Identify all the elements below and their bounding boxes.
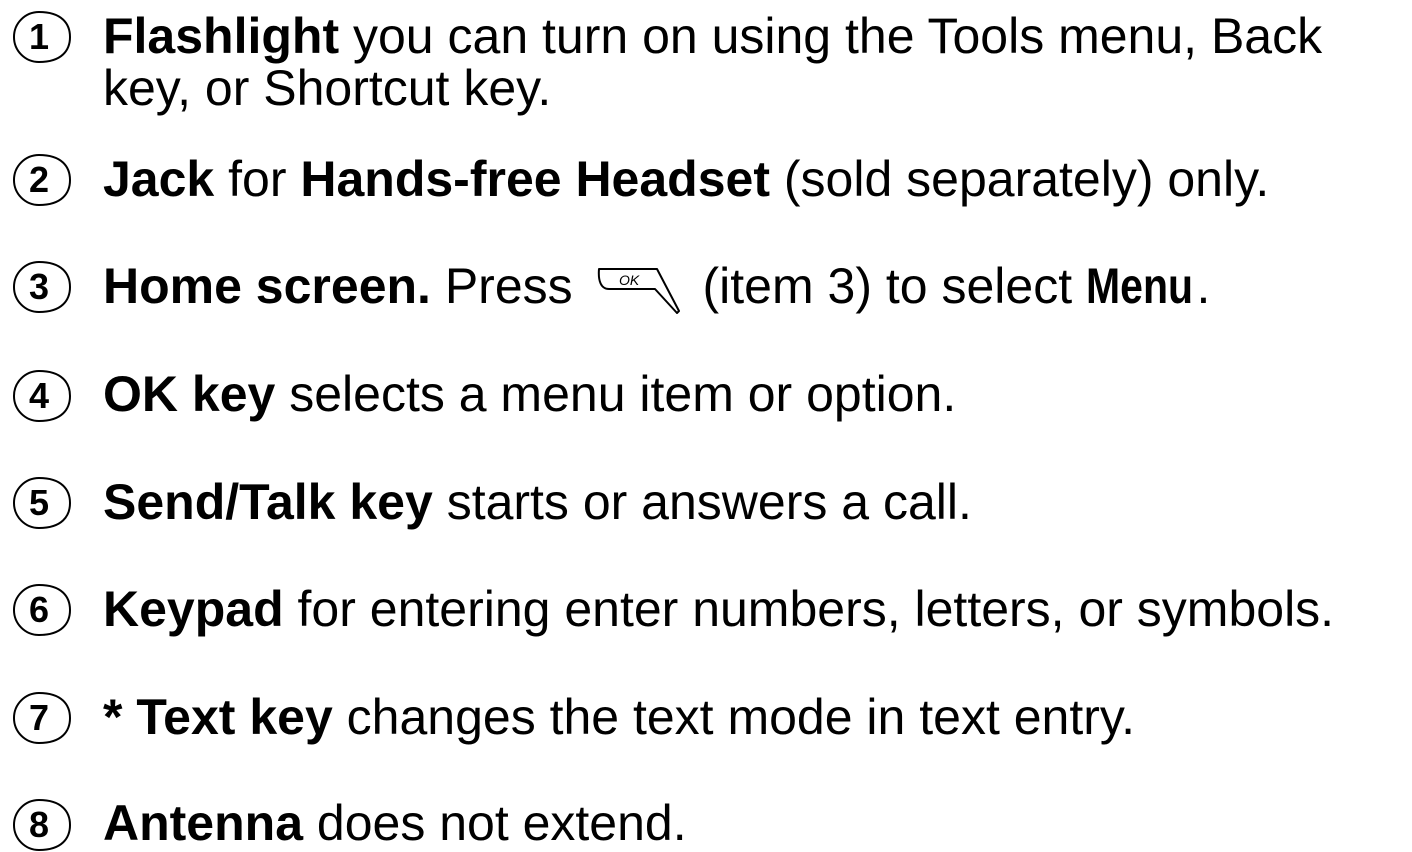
item-number: 5 xyxy=(28,482,50,523)
item-bold-label: * Text key xyxy=(103,689,333,745)
item-bold-label: OK key xyxy=(103,366,276,422)
item-text: Flashlight you can turn on using the Too… xyxy=(103,10,1408,114)
item-number-badge: 4 xyxy=(10,369,72,423)
item-number-badge: 5 xyxy=(10,476,72,530)
item-number-badge: 6 xyxy=(10,583,72,637)
menu-word: Menu xyxy=(1085,258,1194,314)
item-number-badge: 2 xyxy=(10,153,72,207)
item-text: Antenna does not extend. xyxy=(103,797,1408,849)
item-description: for entering enter numbers, letters, or … xyxy=(283,581,1335,637)
item-number: 3 xyxy=(28,266,50,307)
item-bold-label: Jack xyxy=(103,151,215,207)
item-text: * Text key changes the text mode in text… xyxy=(103,691,1408,743)
item-text: Home screen. Press OK (item 3) to select… xyxy=(103,260,1408,315)
svg-text:OK: OK xyxy=(619,272,640,288)
item-number: 4 xyxy=(28,375,50,416)
ok-key-icon: OK xyxy=(597,268,680,314)
item-number: 1 xyxy=(28,16,50,57)
item-description: you can turn on using the Tools menu, Ba… xyxy=(339,8,1323,64)
item-description-cont: key, or Shortcut key. xyxy=(103,60,552,116)
item-text: Keypad for entering enter numbers, lette… xyxy=(103,583,1408,635)
item-description-cont: (item 3) to select xyxy=(702,258,1086,314)
item-description: selects a menu item or option. xyxy=(275,366,957,422)
item-description: Press xyxy=(430,258,587,314)
item-description-cont: (sold separately) only. xyxy=(769,151,1270,207)
item-number-badge: 7 xyxy=(10,691,72,745)
item-bold-label-2: Hands-free Headset xyxy=(300,151,770,207)
item-description: for xyxy=(214,151,301,207)
item-number-badge: 8 xyxy=(10,798,72,852)
item-text: OK key selects a menu item or option. xyxy=(103,368,1408,420)
item-text: Jack for Hands-free Headset (sold separa… xyxy=(103,153,1408,205)
item-bold-label: Send/Talk key xyxy=(103,474,433,530)
item-number: 6 xyxy=(28,589,50,630)
item-period: . xyxy=(1196,258,1211,314)
item-number: 8 xyxy=(28,804,50,845)
item-description: starts or answers a call. xyxy=(432,474,972,530)
item-bold-label: Home screen. xyxy=(103,258,431,314)
item-description: changes the text mode in text entry. xyxy=(332,689,1136,745)
item-bold-label: Flashlight xyxy=(103,8,340,64)
item-bold-label: Keypad xyxy=(103,581,284,637)
item-text: Send/Talk key starts or answers a call. xyxy=(103,476,1408,528)
item-bold-label: Antenna xyxy=(103,795,303,851)
item-number: 7 xyxy=(28,697,50,738)
item-number: 2 xyxy=(28,159,50,200)
item-description: does not extend. xyxy=(303,795,687,851)
item-number-badge: 1 xyxy=(10,10,72,64)
item-number-badge: 3 xyxy=(10,260,72,314)
